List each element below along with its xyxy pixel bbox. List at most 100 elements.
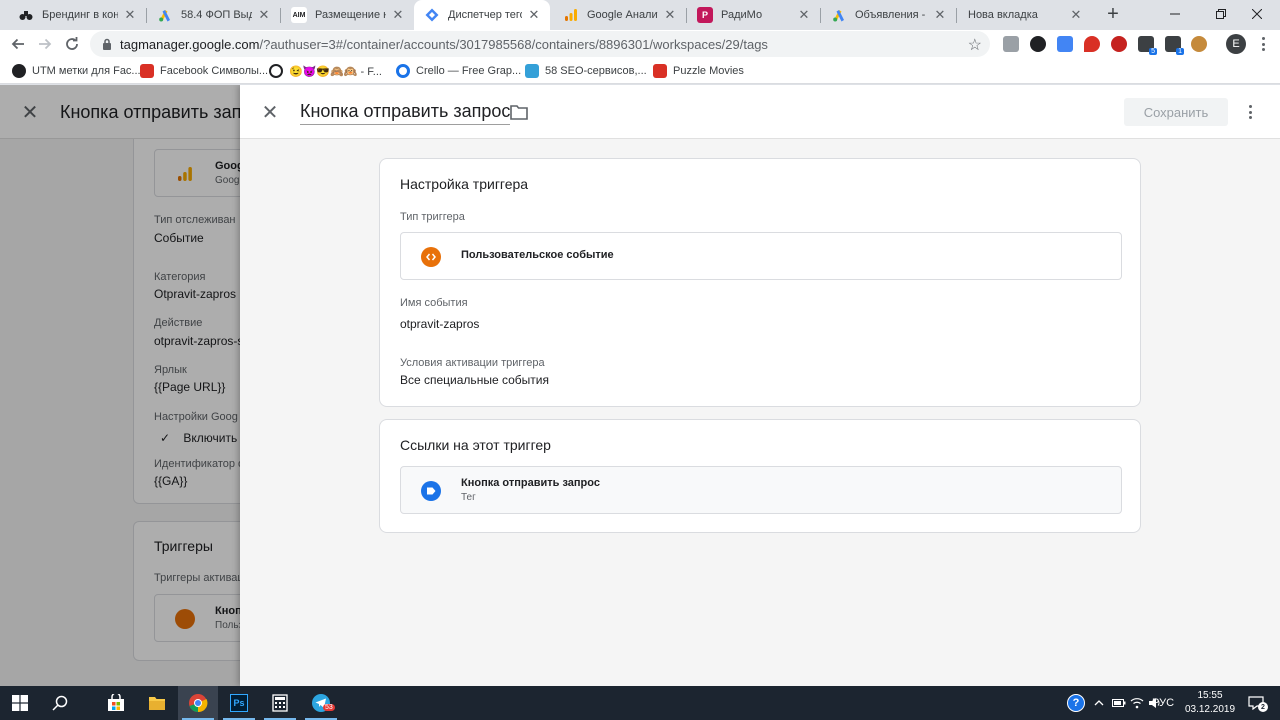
- tab-title: Объявления - 252: [855, 9, 928, 21]
- tab-close-icon[interactable]: ✕: [662, 7, 678, 23]
- file-explorer-app[interactable]: [137, 686, 177, 720]
- bookmark-utm[interactable]: UTM метки для Fac...: [12, 62, 141, 80]
- profile-avatar[interactable]: E: [1226, 34, 1246, 54]
- browser-tab-5[interactable]: Google Аналитика ✕: [553, 0, 686, 30]
- google-ads-icon: [831, 7, 847, 23]
- trigger-references-card: Ссылки на этот триггер Кнопка отправить …: [379, 419, 1141, 533]
- tab-close-icon[interactable]: ✕: [122, 7, 138, 23]
- extension-dark-icon[interactable]: [1030, 36, 1046, 52]
- tab-close-icon[interactable]: ✕: [390, 7, 406, 23]
- bookmark-label: UTM метки для Fac...: [32, 65, 141, 77]
- tab-title: Брендинг в конте: [42, 9, 118, 21]
- reference-row[interactable]: Кнопка отправить запрос Тег: [400, 466, 1122, 514]
- folder-icon: [149, 697, 165, 710]
- minimize-button[interactable]: [1152, 0, 1198, 28]
- battery-icon: [1112, 699, 1126, 707]
- reload-button[interactable]: [60, 32, 84, 56]
- browser-tab-6[interactable]: P РадиМо ✕: [687, 0, 820, 30]
- event-name-value: otpravit-zapros: [400, 317, 480, 331]
- calculator-app[interactable]: [260, 686, 300, 720]
- action-center-button[interactable]: 2: [1244, 686, 1268, 720]
- start-button[interactable]: [0, 686, 40, 720]
- close-panel-icon[interactable]: ✕: [260, 102, 280, 124]
- photoshop-app[interactable]: Ps: [219, 686, 259, 720]
- bookmark-label: 😉👿😎🙈🙉 - F...: [289, 65, 382, 78]
- clock[interactable]: 15:55 03.12.2019: [1178, 689, 1242, 717]
- telegram-app[interactable]: 53: [301, 686, 341, 720]
- bookmark-label: 58 SEO-сервисов,...: [545, 65, 647, 77]
- language-indicator[interactable]: РУС: [1148, 686, 1178, 720]
- tab-close-icon[interactable]: ✕: [526, 7, 542, 23]
- aim-icon: AIM: [291, 7, 307, 23]
- browser-tab-7[interactable]: Объявления - 252 ✕: [821, 0, 956, 30]
- lock-icon: [100, 37, 114, 51]
- bookmark-label: Puzzle Movies: [673, 65, 744, 77]
- bookmark-icon: [525, 64, 539, 78]
- save-button[interactable]: Сохранить: [1124, 98, 1228, 126]
- vk-badge: 5: [1149, 48, 1157, 55]
- folder-icon[interactable]: [510, 104, 528, 120]
- browser-tab-2[interactable]: 58.4 ФОП Выдыбо ✕: [147, 0, 280, 30]
- help-tray-icon[interactable]: ?: [1064, 686, 1088, 720]
- show-hidden-icons[interactable]: [1090, 686, 1108, 720]
- reload-icon: [66, 37, 78, 50]
- trigger-type-box[interactable]: Пользовательское событие: [400, 232, 1122, 280]
- trigger-config-card[interactable]: Настройка триггера Тип триггера Пользова…: [379, 158, 1141, 407]
- vk-extension-icon[interactable]: 5: [1138, 36, 1157, 55]
- bookmark-seo[interactable]: 58 SEO-сервисов,...: [525, 62, 647, 80]
- more-options-icon[interactable]: [1244, 103, 1256, 121]
- tab-title: Размещение нару: [315, 9, 386, 21]
- store-app[interactable]: [96, 686, 136, 720]
- bookmark-icon: [140, 64, 154, 78]
- custom-event-icon: [421, 247, 441, 267]
- box-extension-icon[interactable]: 1: [1165, 36, 1184, 55]
- browser-tab-1[interactable]: Брендинг в конте ✕: [8, 0, 146, 30]
- bookmark-crello[interactable]: Crello — Free Grap...: [396, 62, 521, 80]
- notification-count: 2: [1258, 702, 1268, 712]
- tab-title: 58.4 ФОП Выдыбо: [181, 9, 252, 21]
- browser-tab-4-active[interactable]: Диспетчер тегов ✕: [414, 0, 550, 30]
- battery-tray-icon[interactable]: [1110, 686, 1128, 720]
- search-button[interactable]: [40, 686, 80, 720]
- extension-pin-icon[interactable]: [1084, 36, 1100, 52]
- cookie-extension-icon[interactable]: [1191, 36, 1207, 52]
- url-path: /?authuser=3#/container/accounts/3017985…: [259, 36, 768, 52]
- bookmark-label: Crello — Free Grap...: [416, 65, 522, 77]
- bookmark-emoji[interactable]: 😉👿😎🙈🙉 - F...: [269, 62, 382, 80]
- tab-close-icon[interactable]: ✕: [1068, 7, 1084, 23]
- tab-close-icon[interactable]: ✕: [932, 7, 948, 23]
- close-window-icon: [1252, 9, 1262, 19]
- trigger-type-label: Тип триггера: [400, 211, 465, 223]
- bookmark-star-icon[interactable]: ☆: [968, 35, 982, 55]
- close-window-button[interactable]: [1234, 0, 1280, 28]
- forward-button[interactable]: [33, 32, 57, 56]
- extension-blue-icon[interactable]: [1057, 36, 1073, 52]
- bookmark-puzzle-movies[interactable]: Puzzle Movies: [653, 62, 744, 80]
- network-tray-icon[interactable]: [1128, 686, 1146, 720]
- tab-title: Нова вкладка: [968, 9, 1038, 21]
- trigger-title[interactable]: Кнопка отправить запрос: [300, 101, 511, 125]
- extension-red-icon[interactable]: [1111, 36, 1127, 52]
- tab-close-icon[interactable]: ✕: [256, 7, 272, 23]
- telegram-badge: 53: [323, 704, 335, 711]
- new-tab-button[interactable]: +: [1102, 3, 1124, 25]
- bookmark-icon: [12, 64, 26, 78]
- dev-extension-icon[interactable]: [1003, 36, 1019, 52]
- minimize-icon: [1170, 13, 1180, 15]
- chevron-up-icon: [1094, 700, 1104, 706]
- chrome-menu-icon[interactable]: [1256, 35, 1270, 53]
- address-bar[interactable]: tagmanager.google.com/?authuser=3#/conta…: [90, 31, 990, 57]
- back-button[interactable]: [6, 32, 30, 56]
- bookmark-facebook-symbols[interactable]: Facebook Символы...: [140, 62, 268, 80]
- browser-tab-3[interactable]: AIM Размещение нару ✕: [281, 0, 414, 30]
- reference-type: Тег: [461, 492, 476, 503]
- chrome-app[interactable]: [178, 686, 218, 720]
- tab-title: РадиМо: [721, 9, 763, 21]
- tab-title: Google Аналитика: [587, 9, 658, 21]
- tab-close-icon[interactable]: ✕: [796, 7, 812, 23]
- browser-tab-8[interactable]: Нова вкладка ✕: [958, 0, 1092, 30]
- forward-arrow-icon: [39, 38, 52, 50]
- windows-logo-icon: [12, 695, 28, 711]
- clock-time: 15:55: [1197, 690, 1223, 701]
- bookmarks-bar: UTM метки для Fac... Facebook Символы...…: [0, 58, 1280, 84]
